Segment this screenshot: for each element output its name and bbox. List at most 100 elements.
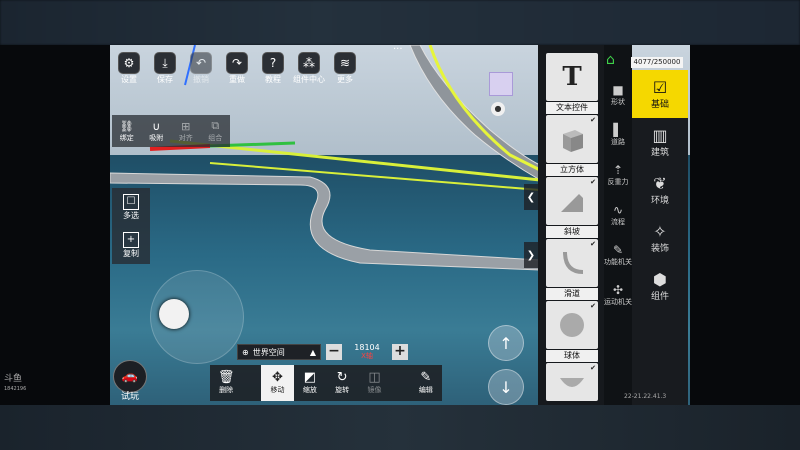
edit-button[interactable]: ✎ 编辑 <box>410 365 442 401</box>
sphere-icon <box>560 313 584 337</box>
leaf-icon: ❦ <box>653 173 667 193</box>
palette-item-sphere[interactable]: ✔ 球体 <box>546 301 598 362</box>
globe-icon: ⊕ <box>242 347 249 357</box>
delete-button[interactable]: 🗑 删除 <box>210 365 242 401</box>
category-function-mechanism[interactable]: ✎ 功能机关 <box>604 243 632 267</box>
coordinate-readout: 22-21.22.41.3 <box>624 393 667 400</box>
cube-thumbnail: ✔ <box>546 115 598 163</box>
grey-road-curve <box>110 172 541 271</box>
edit-label: 编辑 <box>418 386 433 394</box>
more-button[interactable]: ≋ 更多 <box>328 52 362 86</box>
category-antigravity[interactable]: ⇡ 反重力 <box>604 163 632 187</box>
watermark-brand: 斗鱼 <box>4 374 23 384</box>
collapse-panel-button[interactable]: ❮ <box>524 184 538 210</box>
move-label: 移动 <box>270 386 285 394</box>
decrement-button[interactable]: − <box>326 344 342 360</box>
chevron-left-icon: ❮ <box>526 191 536 203</box>
location-pin-icon[interactable]: ● <box>491 102 505 116</box>
category-label: 流程 <box>611 218 625 226</box>
wrench-icon: ✎ <box>612 243 624 257</box>
tab-building[interactable]: ▥ 建筑 <box>632 118 688 166</box>
more-dots-icon[interactable]: ··· <box>393 44 403 55</box>
tab-component[interactable]: ⬢ 组件 <box>632 262 688 310</box>
space-selector-label: 世界空间 <box>252 347 285 357</box>
settings-button[interactable]: ⚙ 设置 <box>112 52 146 86</box>
scale-label: 缩放 <box>302 386 317 394</box>
slope-icon <box>561 194 583 212</box>
tab-label: 建筑 <box>650 147 669 158</box>
align-button[interactable]: ⊞ 对齐 <box>171 115 201 147</box>
category-label: 功能机关 <box>604 258 632 266</box>
save-button[interactable]: ⤓ 保存 <box>148 52 182 86</box>
palette-item-hemisphere[interactable]: ✔ <box>546 363 598 401</box>
palette-label: 滑道 <box>546 288 598 300</box>
redo-button[interactable]: ↷ 重做 <box>220 52 254 86</box>
test-play-label: 试玩 <box>120 392 139 402</box>
movement-joystick[interactable] <box>150 270 244 364</box>
chevron-right-icon: ❯ <box>526 249 536 261</box>
tab-decoration[interactable]: ✧ 装饰 <box>632 214 688 262</box>
camera-down-button[interactable]: ↓ <box>488 369 524 405</box>
fan-icon: ✣ <box>612 283 624 297</box>
tutorial-button[interactable]: ? 教程 <box>256 52 290 86</box>
stream-watermark: 斗鱼 1842196 <box>4 374 26 394</box>
category-flow[interactable]: ∿ 流程 <box>604 203 632 227</box>
multiselect-button[interactable]: ☐ 多选 <box>112 188 150 226</box>
home-icon[interactable]: ⌂ <box>606 52 615 68</box>
category-shape[interactable]: ■ 形状 <box>604 83 632 107</box>
increment-button[interactable]: + <box>392 344 408 360</box>
view-cube-icon[interactable] <box>489 72 513 96</box>
space-selector[interactable]: ⊕ 世界空间 ▲ <box>237 344 321 360</box>
scale-button[interactable]: ◩ 缩放 <box>294 365 326 401</box>
category-road[interactable]: ▌ 道路 <box>604 123 632 147</box>
category-column: ■ 形状 ▌ 道路 ⇡ 反重力 ∿ 流程 ✎ 功能机关 ✣ 运动机关 <box>604 45 632 405</box>
mirror-button[interactable]: ◫ 镜像 <box>358 365 390 401</box>
stepper-value[interactable]: 18104 X轴 <box>342 344 392 361</box>
copy-icon: + <box>123 231 139 248</box>
copy-button[interactable]: + 复制 <box>112 226 150 264</box>
rotate-button[interactable]: ↻ 旋转 <box>326 365 358 401</box>
mirror-icon: ◫ <box>368 370 381 385</box>
blurred-background-bottom <box>0 405 800 450</box>
building-icon: ▥ <box>652 125 668 145</box>
component-center-button[interactable]: ⁂ 组件中心 <box>292 52 326 86</box>
slide-thumbnail: ✔ <box>546 239 598 287</box>
snap-button[interactable]: ∪ 吸附 <box>142 115 172 147</box>
palette-item-cube[interactable]: ✔ 立方体 <box>546 115 598 176</box>
multiselect-label: 多选 <box>123 210 139 220</box>
palette-item-text[interactable]: T 文本控件 <box>546 53 598 114</box>
stepper-axis: X轴 <box>361 352 373 360</box>
object-counter: 4077/250000 <box>631 57 683 68</box>
palette-item-slide[interactable]: ✔ 滑道 <box>546 239 598 300</box>
joystick-knob[interactable] <box>159 299 189 329</box>
expand-panel-button[interactable]: ❯ <box>524 242 538 268</box>
tab-base[interactable]: ☑ 基础 <box>632 70 688 118</box>
category-motion-mechanism[interactable]: ✣ 运动机关 <box>604 283 632 307</box>
edit-icon: ✎ <box>420 370 432 385</box>
move-button[interactable]: ✥ 移动 <box>261 365 294 401</box>
test-play-button[interactable]: 🚗 试玩 <box>113 360 147 402</box>
text-control-thumbnail: T <box>546 53 598 101</box>
arrow-down-icon: ↓ <box>499 377 513 397</box>
palette-label: 文本控件 <box>546 102 598 114</box>
palette-item-slope[interactable]: ✔ 斜坡 <box>546 177 598 238</box>
hemisphere-thumbnail: ✔ <box>546 363 598 401</box>
check-icon: ✔ <box>590 364 596 372</box>
group-button[interactable]: ⧉ 组合 <box>201 115 231 147</box>
align-label: 对齐 <box>178 133 193 142</box>
camera-up-button[interactable]: ↑ <box>488 325 524 361</box>
snap-toolbar: ⛓ 绑定 ∪ 吸附 ⊞ 对齐 ⧉ 组合 <box>112 115 230 147</box>
check-icon: ✔ <box>590 240 596 248</box>
download-icon: ⤓ <box>154 52 176 74</box>
component-icon: ⬢ <box>653 269 667 289</box>
undo-button[interactable]: ↶ 撤销 <box>184 52 218 86</box>
tab-label: 环境 <box>650 195 669 206</box>
move-icon: ✥ <box>272 370 283 385</box>
tab-environment[interactable]: ❦ 环境 <box>632 166 688 214</box>
base-icon: ☑ <box>652 77 668 97</box>
bind-button[interactable]: ⛓ 绑定 <box>112 115 142 147</box>
snap-label: 吸附 <box>149 133 164 142</box>
align-icon: ⊞ <box>181 119 191 133</box>
